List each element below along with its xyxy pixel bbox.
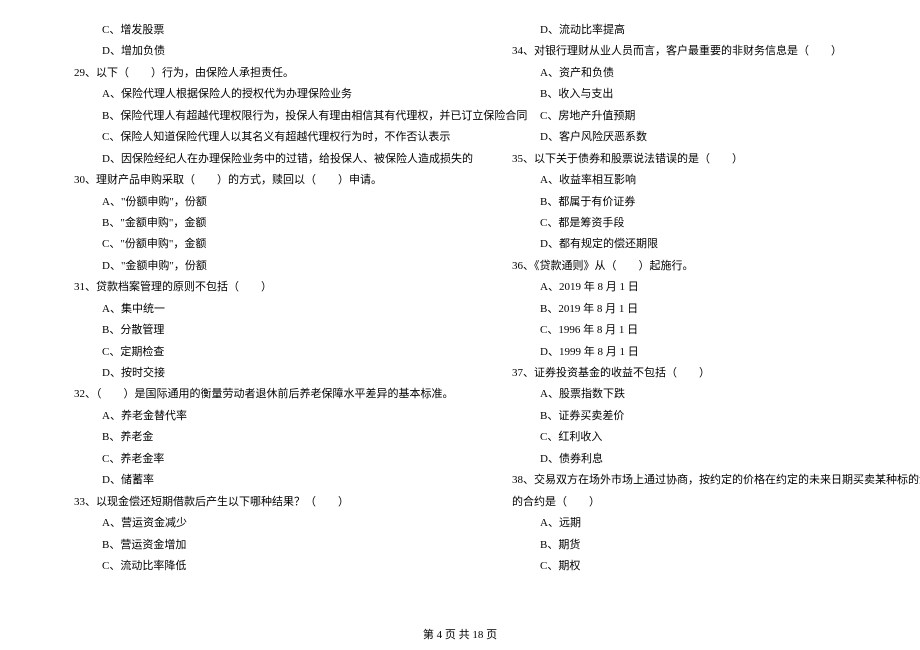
question-text: 37、证券投资基金的收益不包括（ ） xyxy=(508,363,898,384)
option-text: A、股票指数下跌 xyxy=(508,384,898,405)
option-text: D、按时交接 xyxy=(70,363,460,384)
option-text: B、营运资金增加 xyxy=(70,535,460,556)
option-text: C、期权 xyxy=(508,556,898,577)
right-column: D、流动比率提高 34、对银行理财从业人员而言，客户最重要的非财务信息是（ ） … xyxy=(508,20,898,610)
option-text: C、保险人知道保险代理人以其名义有超越代理权行为时，不作否认表示 xyxy=(70,127,460,148)
question-text: 36、《贷款通则》从（ ）起施行。 xyxy=(508,256,898,277)
option-text: A、营运资金减少 xyxy=(70,513,460,534)
question-text: 35、以下关于债券和股票说法错误的是（ ） xyxy=(508,149,898,170)
option-text: D、增加负债 xyxy=(70,41,460,62)
option-text: B、都属于有价证券 xyxy=(508,192,898,213)
option-text: C、红利收入 xyxy=(508,427,898,448)
question-text: 33、以现金偿还短期借款后产生以下哪种结果？（ ） xyxy=(70,492,460,513)
option-text: D、1999 年 8 月 1 日 xyxy=(508,342,898,363)
option-text: A、收益率相互影响 xyxy=(508,170,898,191)
option-text: D、储蓄率 xyxy=(70,470,460,491)
option-text: B、期货 xyxy=(508,535,898,556)
question-text: 29、以下（ ）行为，由保险人承担责任。 xyxy=(70,63,460,84)
left-column: C、增发股票 D、增加负债 29、以下（ ）行为，由保险人承担责任。 A、保险代… xyxy=(70,20,460,610)
option-text: C、1996 年 8 月 1 日 xyxy=(508,320,898,341)
option-text: B、"金额申购"，金额 xyxy=(70,213,460,234)
option-text: C、定期检查 xyxy=(70,342,460,363)
option-text: A、"份额申购"，份额 xyxy=(70,192,460,213)
two-column-layout: C、增发股票 D、增加负债 29、以下（ ）行为，由保险人承担责任。 A、保险代… xyxy=(70,20,850,610)
option-text: A、养老金替代率 xyxy=(70,406,460,427)
option-text: B、养老金 xyxy=(70,427,460,448)
option-text: D、都有规定的偿还期限 xyxy=(508,234,898,255)
option-text: C、都是筹资手段 xyxy=(508,213,898,234)
option-text: B、保险代理人有超越代理权限行为，投保人有理由相信其有代理权，并已订立保险合同 xyxy=(70,106,460,127)
option-text: C、流动比率降低 xyxy=(70,556,460,577)
option-text: A、集中统一 xyxy=(70,299,460,320)
question-text: 30、理财产品申购采取（ ）的方式，赎回以（ ）申请。 xyxy=(70,170,460,191)
question-text: 38、交易双方在场外市场上通过协商，按约定的价格在约定的未来日期买卖某种标的金融… xyxy=(508,470,898,491)
question-text: 32、（ ）是国际通用的衡量劳动者退休前后养老保障水平差异的基本标准。 xyxy=(70,384,460,405)
option-text: C、养老金率 xyxy=(70,449,460,470)
question-continuation: 的合约是（ ） xyxy=(508,492,898,513)
option-text: C、增发股票 xyxy=(70,20,460,41)
option-text: D、客户风险厌恶系数 xyxy=(508,127,898,148)
option-text: A、保险代理人根据保险人的授权代为办理保险业务 xyxy=(70,84,460,105)
option-text: D、"金额申购"，份额 xyxy=(70,256,460,277)
page-footer: 第 4 页 共 18 页 xyxy=(0,626,920,642)
option-text: B、证券买卖差价 xyxy=(508,406,898,427)
option-text: A、远期 xyxy=(508,513,898,534)
option-text: B、收入与支出 xyxy=(508,84,898,105)
option-text: D、债券利息 xyxy=(508,449,898,470)
question-text: 31、贷款档案管理的原则不包括（ ） xyxy=(70,277,460,298)
option-text: A、2019 年 8 月 1 日 xyxy=(508,277,898,298)
option-text: C、"份额申购"，金额 xyxy=(70,234,460,255)
option-text: B、2019 年 8 月 1 日 xyxy=(508,299,898,320)
option-text: D、因保险经纪人在办理保险业务中的过错，给投保人、被保险人造成损失的 xyxy=(70,149,460,170)
option-text: B、分散管理 xyxy=(70,320,460,341)
option-text: D、流动比率提高 xyxy=(508,20,898,41)
option-text: C、房地产升值预期 xyxy=(508,106,898,127)
question-text: 34、对银行理财从业人员而言，客户最重要的非财务信息是（ ） xyxy=(508,41,898,62)
option-text: A、资产和负债 xyxy=(508,63,898,84)
